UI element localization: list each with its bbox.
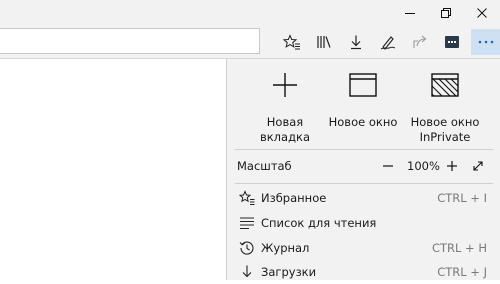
extension-button[interactable] [439, 29, 465, 55]
menu-item-label: Журнал [261, 241, 310, 255]
toolbar [0, 26, 500, 58]
downloads-button[interactable] [343, 29, 369, 55]
menu-separator [235, 183, 493, 184]
downloads-icon [351, 35, 361, 50]
new-inprivate-button[interactable]: Новое окно InPrivate [403, 69, 487, 149]
web-note-icon [380, 36, 396, 50]
more-icon [478, 40, 493, 44]
minimize-icon [405, 13, 415, 14]
extension-icon [445, 36, 459, 48]
minus-icon [383, 165, 393, 167]
shortcut-label: CTRL + I [437, 191, 487, 205]
close-button[interactable] [468, 0, 496, 26]
menu-item-label: Загрузки [261, 265, 317, 279]
shortcut-label: CTRL + H [431, 241, 487, 255]
history-icon [239, 240, 255, 256]
fullscreen-icon [473, 161, 483, 171]
menu-separator [235, 149, 493, 150]
inprivate-window-icon [431, 73, 459, 97]
fullscreen-button[interactable] [467, 155, 489, 177]
share-icon [413, 35, 427, 48]
favorites-icon [239, 190, 255, 206]
download-icon [239, 264, 255, 280]
close-icon [477, 8, 487, 18]
minimize-button[interactable] [396, 0, 424, 26]
favorites-add-icon [283, 34, 300, 50]
zoom-out-button[interactable] [377, 155, 399, 177]
new-tab-label: Новая вкладка [259, 115, 311, 144]
new-window-label: Новое окно [328, 115, 398, 129]
restore-icon [441, 8, 451, 18]
menu-item-history[interactable]: Журнал CTRL + H [227, 236, 500, 260]
new-window-button[interactable]: Новое окно [321, 69, 405, 149]
address-bar[interactable] [0, 28, 260, 54]
reading-list-icon [239, 215, 255, 231]
add-to-favorites-button[interactable] [279, 29, 305, 55]
title-bar [0, 0, 500, 26]
menu-item-label: Список для чтения [261, 216, 377, 230]
restore-button[interactable] [432, 0, 460, 26]
hub-icon [317, 36, 331, 48]
more-button[interactable] [471, 29, 500, 55]
menu-item-downloads[interactable]: Загрузки CTRL + J [227, 260, 500, 284]
menu-item-reading-list[interactable]: Список для чтения [227, 211, 500, 235]
hub-button[interactable] [311, 29, 337, 55]
new-inprivate-label: Новое окно InPrivate [410, 115, 480, 144]
zoom-label: Масштаб [237, 159, 292, 173]
menu-item-label: Избранное [261, 191, 327, 205]
zoom-in-button[interactable] [441, 155, 463, 177]
shortcut-label: CTRL + J [437, 265, 487, 279]
new-tab-button[interactable]: Новая вкладка [243, 69, 327, 149]
web-note-button[interactable] [375, 29, 401, 55]
plus-small-icon [447, 161, 457, 171]
settings-menu: Новая вкладка Новое окно Новое окно InPr… [226, 59, 500, 280]
plus-icon [273, 73, 297, 97]
menu-item-favorites[interactable]: Избранное CTRL + I [227, 186, 500, 210]
window-icon [349, 73, 377, 97]
zoom-value: 100% [407, 159, 440, 173]
page-content[interactable] [0, 59, 226, 280]
share-button[interactable] [407, 29, 433, 55]
